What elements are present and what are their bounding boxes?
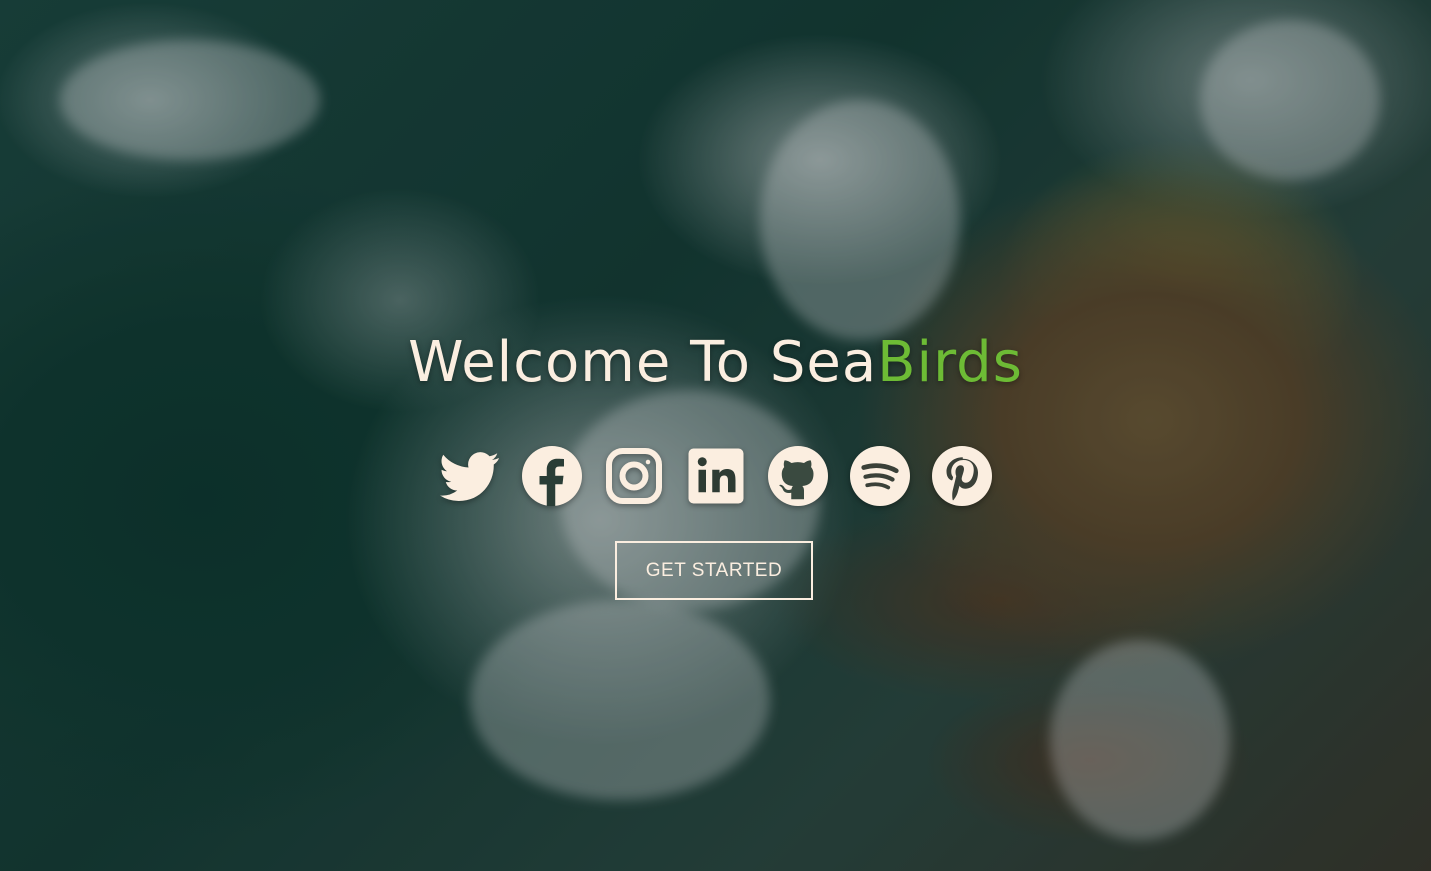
github-icon[interactable] — [767, 446, 828, 506]
page-title: Welcome To SeaBirds — [0, 330, 1431, 395]
spotify-icon[interactable] — [849, 446, 910, 506]
linkedin-icon[interactable] — [686, 446, 746, 506]
facebook-icon[interactable] — [521, 446, 582, 506]
pinterest-icon[interactable] — [931, 446, 992, 506]
hero-content: Welcome To SeaBirds GET STARTED — [0, 0, 1431, 871]
twitter-icon[interactable] — [439, 446, 500, 506]
instagram-icon[interactable] — [604, 446, 664, 506]
social-links — [0, 446, 1431, 506]
title-accent: Birds — [877, 330, 1023, 395]
hero-background: Welcome To SeaBirds GET STARTED — [0, 0, 1431, 871]
get-started-button[interactable]: GET STARTED — [615, 541, 813, 600]
title-main: Welcome To Sea — [408, 330, 878, 395]
